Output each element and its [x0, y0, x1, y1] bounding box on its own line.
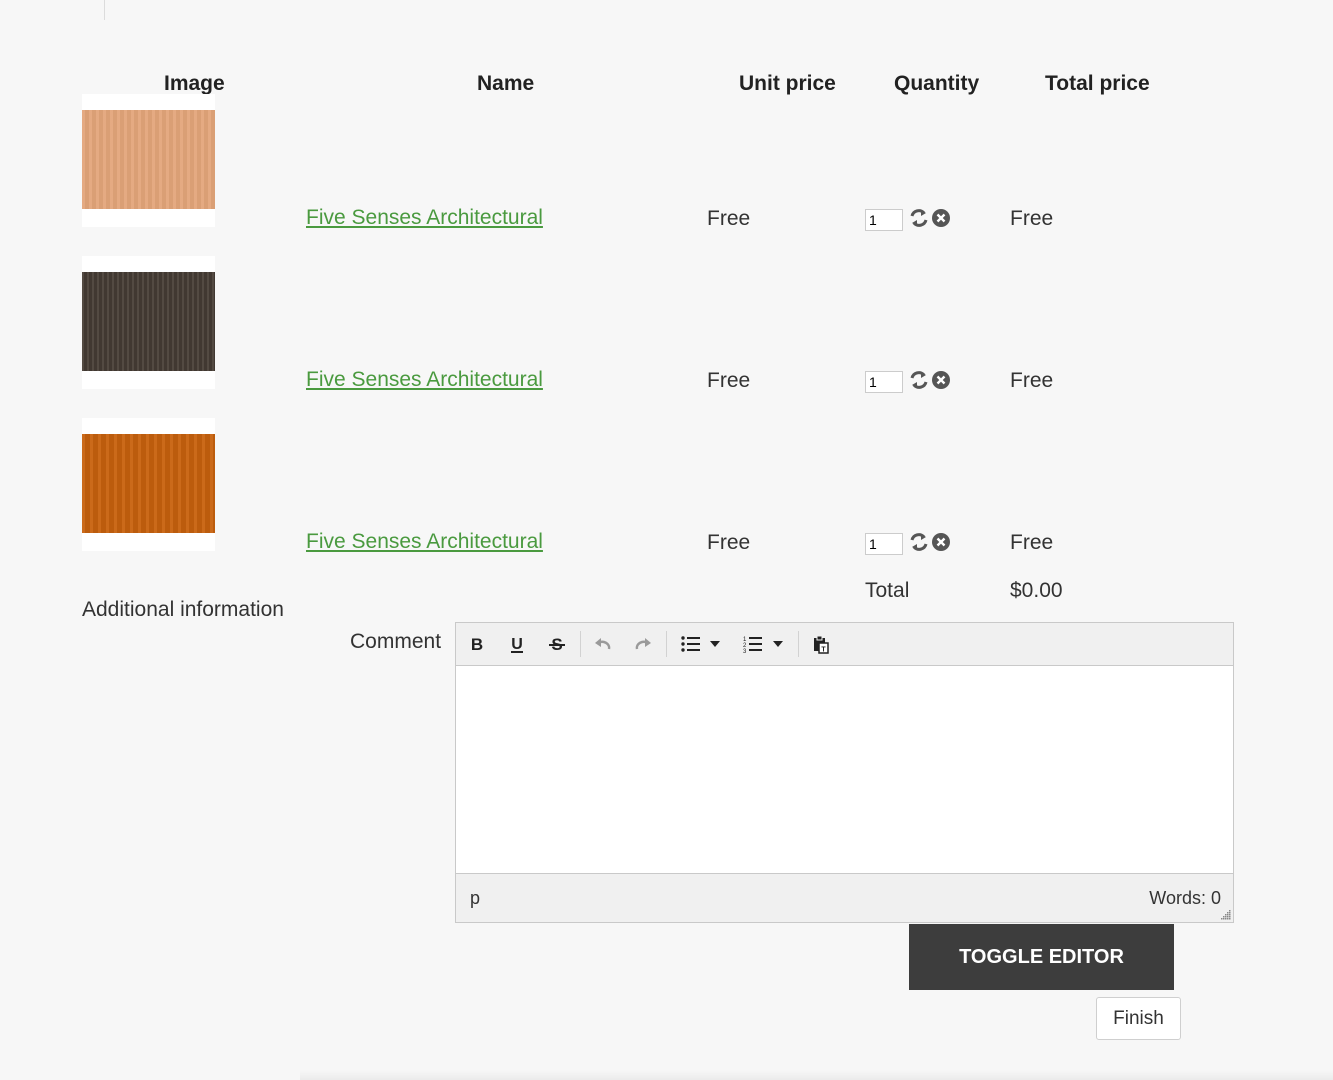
remove-icon[interactable]	[931, 208, 951, 228]
total-price: Free	[1010, 369, 1054, 392]
svg-text:B: B	[471, 635, 483, 654]
remove-icon[interactable]	[931, 370, 951, 390]
unit-price: Free	[707, 369, 751, 392]
total-price: Free	[1010, 531, 1054, 554]
redo-icon[interactable]	[630, 631, 656, 657]
product-image[interactable]	[82, 94, 215, 227]
toolbar-divider	[798, 631, 799, 657]
product-name-link[interactable]: Five Senses Architectural	[306, 206, 543, 230]
resize-handle-icon[interactable]	[1221, 910, 1231, 920]
numbered-list-icon[interactable]: 123	[740, 631, 766, 657]
svg-text:U: U	[511, 636, 523, 653]
finish-button[interactable]: Finish	[1096, 997, 1181, 1040]
paste-text-icon[interactable]: T	[808, 631, 834, 657]
product-image[interactable]	[82, 256, 215, 389]
underline-icon[interactable]: U	[504, 631, 530, 657]
product-swatch	[82, 110, 215, 209]
toolbar-divider	[666, 631, 667, 657]
comment-text-area[interactable]	[456, 666, 1233, 874]
bottom-shadow	[300, 1070, 1333, 1080]
toggle-editor-button[interactable]: TOGGLE EDITOR	[909, 924, 1174, 990]
svg-text:3: 3	[743, 649, 747, 654]
product-swatch	[82, 272, 215, 371]
remove-icon[interactable]	[931, 532, 951, 552]
editor-statusbar: p Words: 0	[456, 873, 1233, 922]
product-swatch	[82, 434, 215, 533]
bullet-list-icon[interactable]	[678, 631, 704, 657]
unit-price: Free	[707, 207, 751, 230]
header-total-price: Total price	[1045, 72, 1150, 95]
refresh-icon[interactable]	[909, 532, 929, 552]
editor-toolbar: B U S 123 T	[456, 623, 1233, 666]
numbered-list-dropdown-icon[interactable]	[769, 631, 787, 657]
quantity-input[interactable]	[865, 533, 903, 555]
refresh-icon[interactable]	[909, 208, 929, 228]
total-label: Total	[865, 579, 910, 602]
quantity-input[interactable]	[865, 209, 903, 231]
comment-label: Comment	[350, 630, 442, 653]
quantity-input[interactable]	[865, 371, 903, 393]
header-unit-price: Unit price	[739, 72, 836, 95]
total-price: Free	[1010, 207, 1054, 230]
product-name-link[interactable]: Five Senses Architectural	[306, 368, 543, 392]
product-image[interactable]	[82, 418, 215, 551]
strikethrough-icon[interactable]: S	[544, 631, 570, 657]
bold-icon[interactable]: B	[464, 631, 490, 657]
toolbar-divider	[580, 631, 581, 657]
svg-text:T: T	[821, 647, 826, 654]
element-path[interactable]: p	[470, 888, 480, 909]
product-name-link[interactable]: Five Senses Architectural	[306, 530, 543, 554]
header-image: Image	[164, 72, 225, 95]
refresh-icon[interactable]	[909, 370, 929, 390]
additional-information-heading: Additional information	[82, 598, 284, 621]
unit-price: Free	[707, 531, 751, 554]
divider-line	[104, 0, 105, 20]
comment-editor: B U S 123 T p	[455, 622, 1234, 923]
header-quantity: Quantity	[894, 72, 980, 95]
header-name: Name	[477, 72, 535, 95]
total-value: $0.00	[1010, 579, 1063, 602]
undo-icon[interactable]	[590, 631, 616, 657]
word-count: Words: 0	[1149, 888, 1221, 908]
bullet-list-dropdown-icon[interactable]	[706, 631, 724, 657]
